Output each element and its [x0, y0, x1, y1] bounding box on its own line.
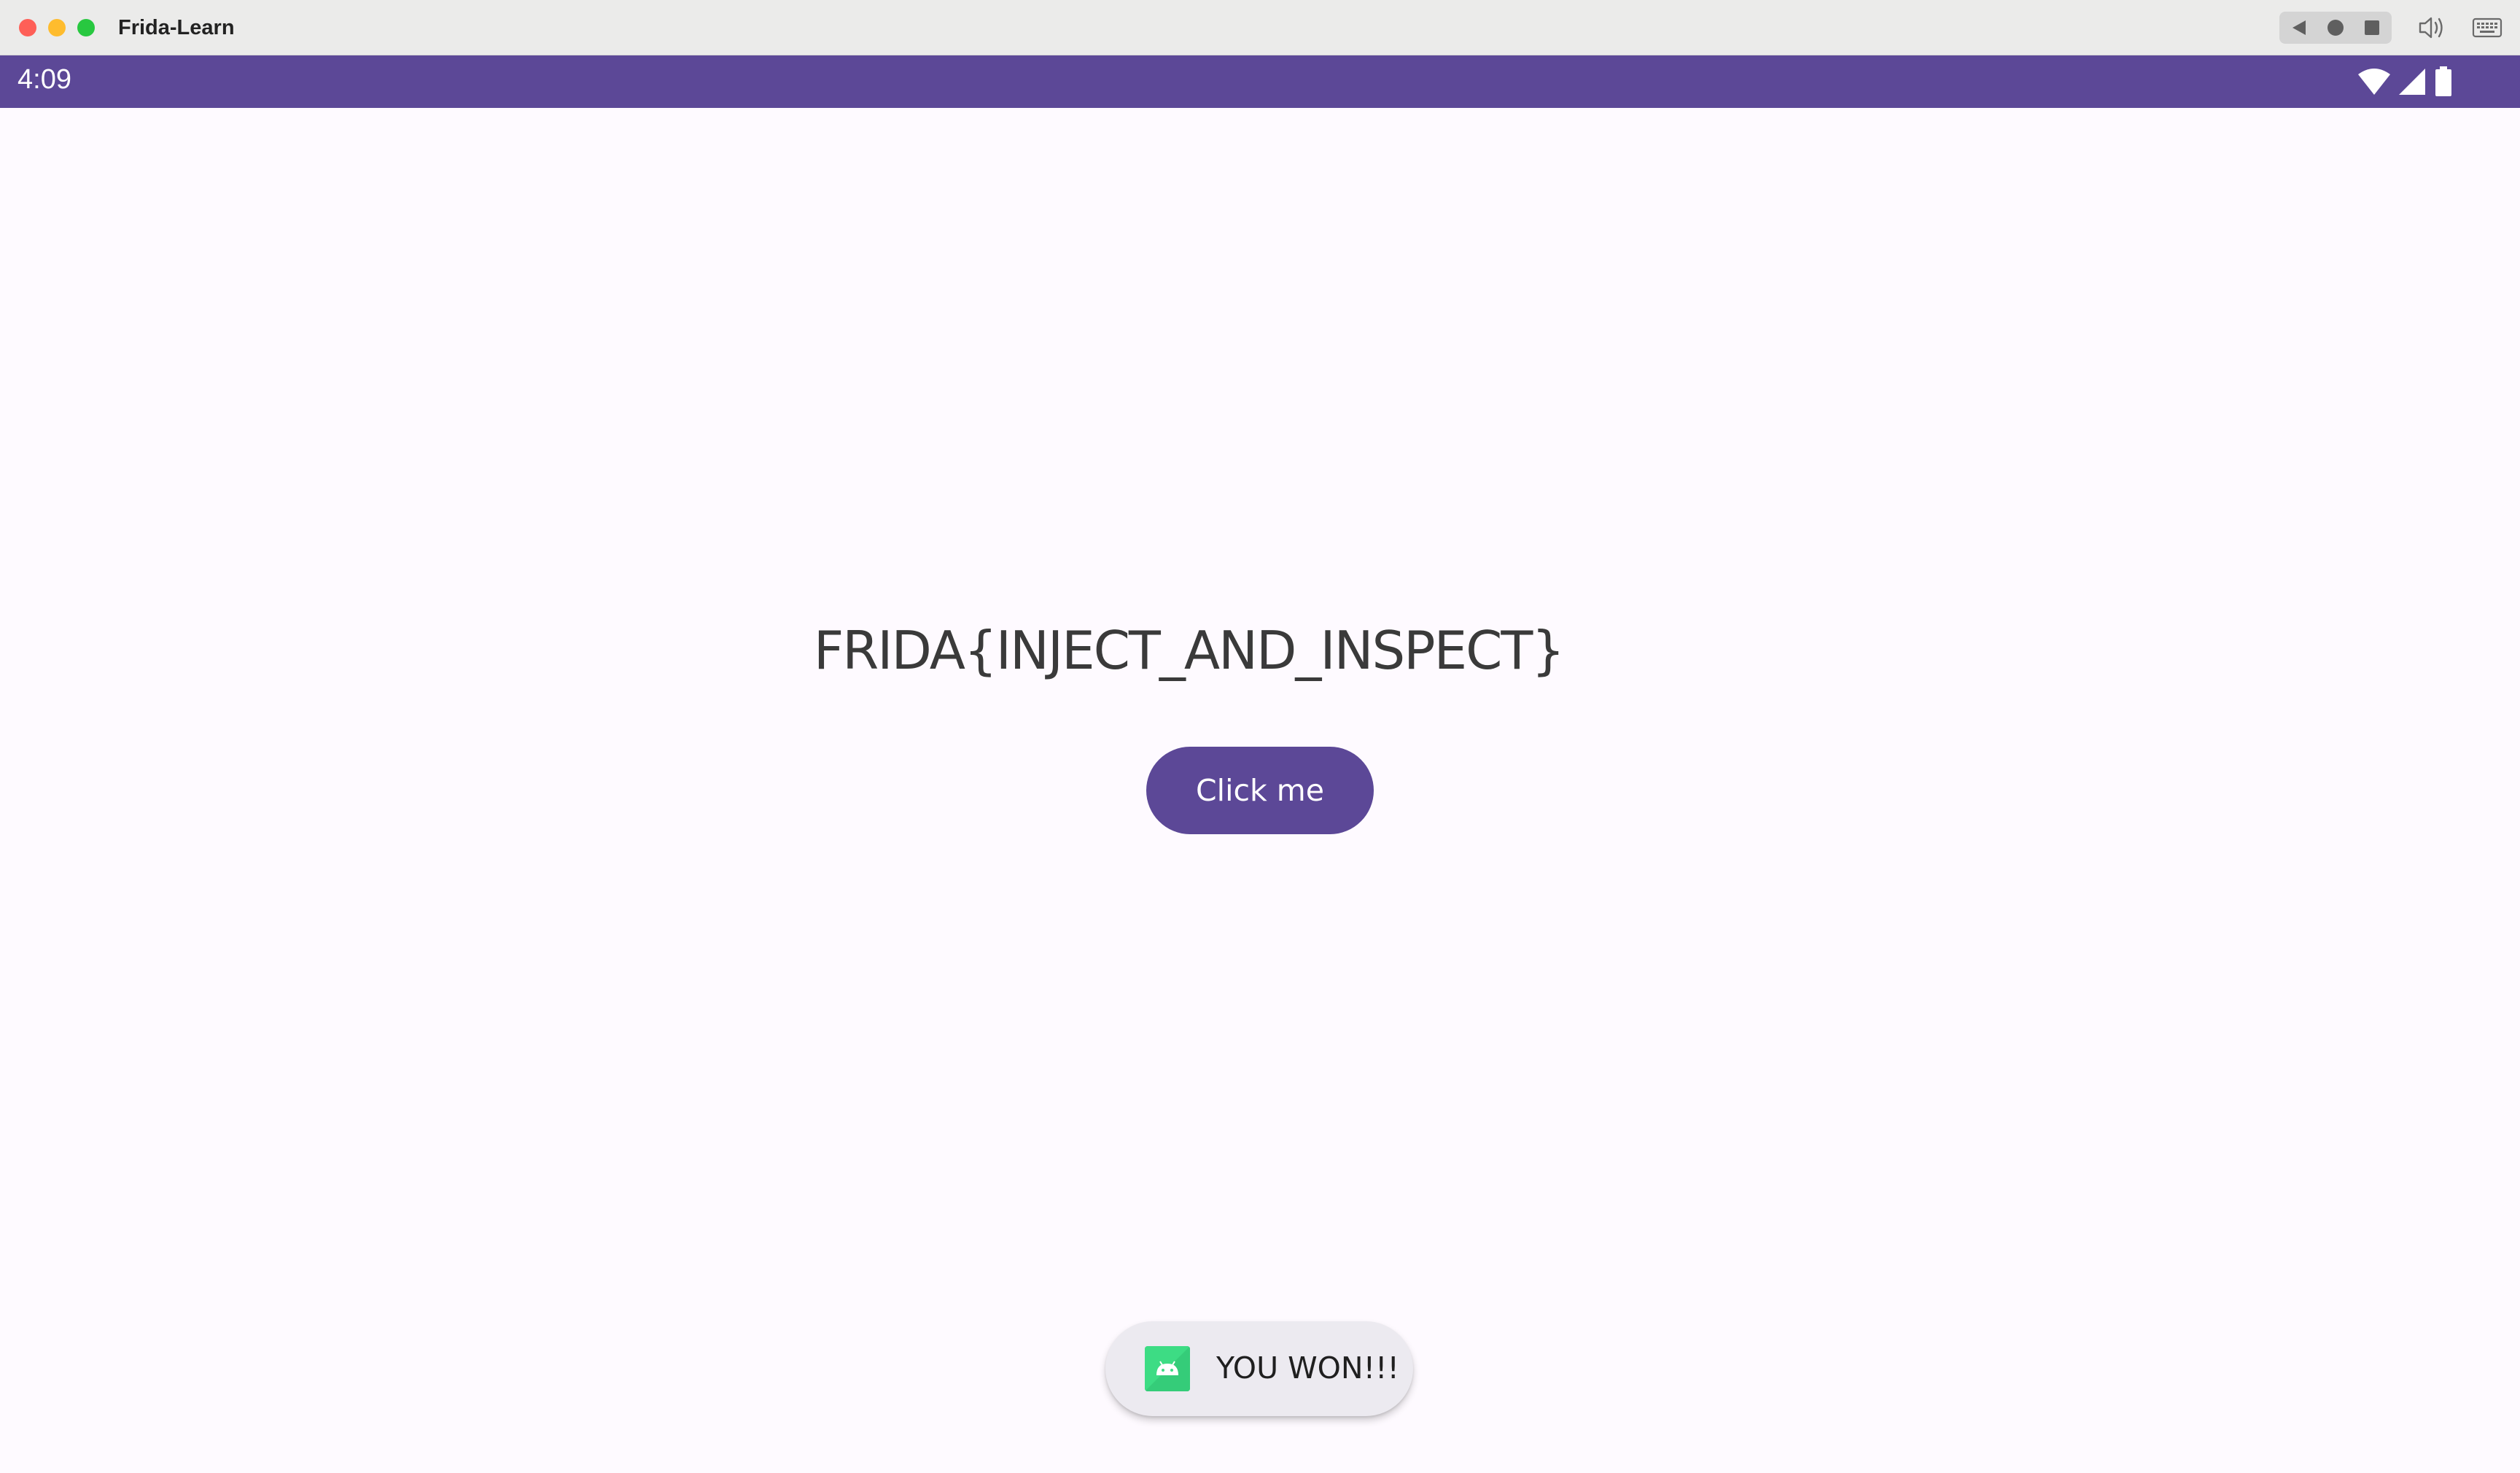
battery-icon: [2435, 66, 2451, 96]
toast-message: YOU WON!!!: [1105, 1321, 1413, 1416]
flag-text: FRIDA{INJECT_AND_INSPECT}: [813, 620, 1565, 681]
click-me-button[interactable]: Click me: [1146, 747, 1374, 834]
wifi-icon: [2358, 69, 2390, 95]
home-icon: [2328, 20, 2344, 36]
toast-text: YOU WON!!!: [1216, 1350, 1399, 1385]
window-titlebar: Frida-Learn: [0, 0, 2520, 55]
app-window: Frida-Learn 4:09 FRIDA{INJECT_AND_INSPEC…: [0, 0, 2520, 1473]
keyboard-button[interactable]: [2469, 12, 2505, 44]
main-content: FRIDA{INJECT_AND_INSPECT} Click me YOU W…: [0, 108, 2520, 1473]
emulator-nav-group: [2279, 12, 2392, 44]
status-time: 4:09: [18, 64, 71, 95]
home-button[interactable]: [2317, 12, 2354, 44]
status-icons: [2357, 66, 2454, 98]
recents-button[interactable]: [2354, 12, 2390, 44]
android-robot-icon: [1145, 1346, 1190, 1391]
window-title: Frida-Learn: [118, 16, 235, 39]
signal-icon: [2399, 69, 2425, 95]
keyboard-icon: [2472, 18, 2502, 38]
recents-icon: [2365, 20, 2379, 35]
maximize-window-button[interactable]: [77, 19, 95, 36]
flag-text-container: FRIDA{INJECT_AND_INSPECT}: [814, 615, 1565, 685]
back-button[interactable]: [2281, 12, 2317, 44]
volume-button[interactable]: [2414, 12, 2450, 44]
close-window-button[interactable]: [19, 19, 36, 36]
android-app-icon: [1145, 1346, 1190, 1391]
back-icon: [2292, 20, 2306, 35]
android-status-bar: 4:09: [0, 55, 2520, 108]
volume-icon: [2419, 17, 2443, 39]
minimize-window-button[interactable]: [48, 19, 66, 36]
